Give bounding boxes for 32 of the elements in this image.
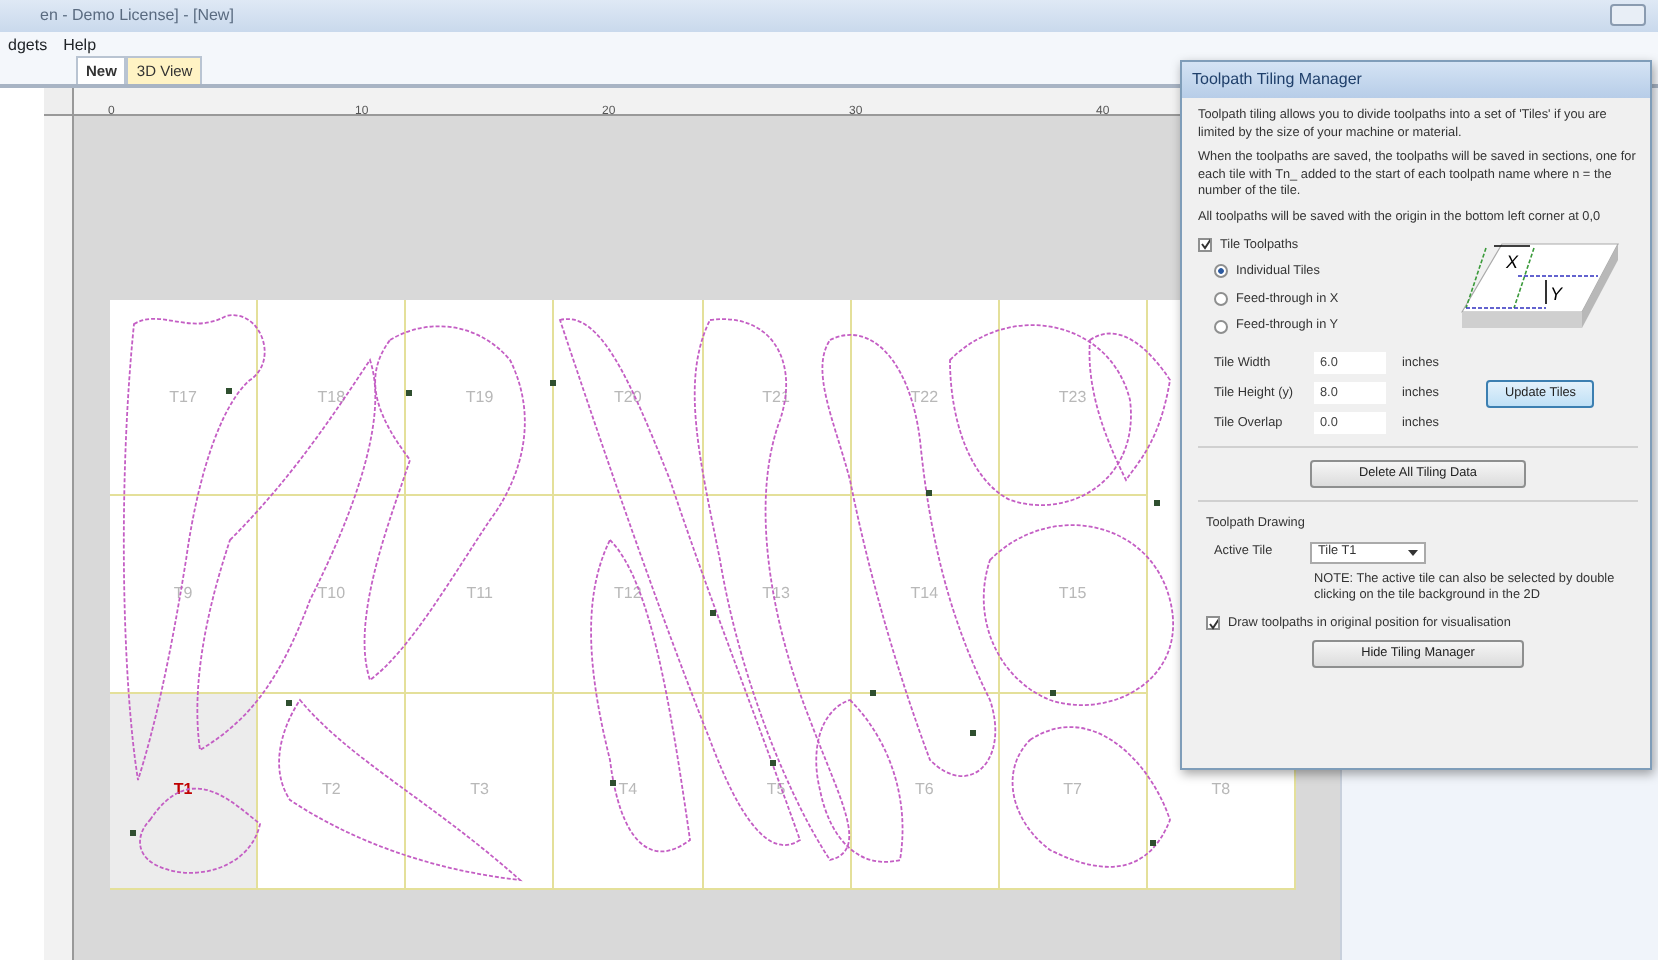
window-title: en - Demo License] - [New] (40, 6, 234, 24)
tile-label[interactable]: T17 (169, 385, 197, 410)
tile-label[interactable]: T19 (465, 385, 494, 410)
caret-icon (1408, 549, 1418, 556)
tile-label[interactable]: T20 (614, 385, 642, 410)
radio-button[interactable] (1214, 264, 1228, 279)
tile-label[interactable]: T8 (1211, 778, 1231, 803)
menu-item[interactable]: Help (55, 32, 105, 60)
tile-label[interactable]: T1 (173, 778, 193, 803)
tile-label[interactable]: T4 (618, 778, 638, 803)
menu-item[interactable]: dgets (0, 32, 56, 60)
tile-label[interactable]: T18 (317, 385, 346, 410)
tile-label[interactable]: T11 (466, 581, 493, 606)
checkbox[interactable] (1206, 616, 1220, 631)
tile-label[interactable]: T14 (910, 581, 939, 606)
tile-label[interactable]: T3 (470, 778, 489, 803)
tile-label[interactable]: T12 (614, 581, 642, 606)
tile-label[interactable]: T2 (322, 778, 341, 803)
radio-button[interactable] (1214, 319, 1228, 334)
checkbox[interactable] (1198, 237, 1212, 252)
tile-label[interactable]: T13 (762, 581, 790, 606)
tile-diagram-drawing: X Y (1460, 242, 1619, 328)
tile-label[interactable]: T9 (173, 581, 193, 606)
tile-label[interactable]: T23 (1058, 385, 1087, 410)
radio-button[interactable] (1214, 292, 1228, 307)
tile-label[interactable]: T22 (910, 385, 939, 410)
tile-label[interactable]: T5 (766, 778, 786, 803)
tile-label[interactable]: T7 (1063, 778, 1082, 803)
tile-label[interactable]: T10 (317, 581, 346, 606)
tile-label[interactable]: T6 (915, 778, 934, 803)
tile-label[interactable]: T15 (1058, 581, 1087, 606)
dialog-title: Toolpath Tiling Manager (1182, 62, 1650, 98)
